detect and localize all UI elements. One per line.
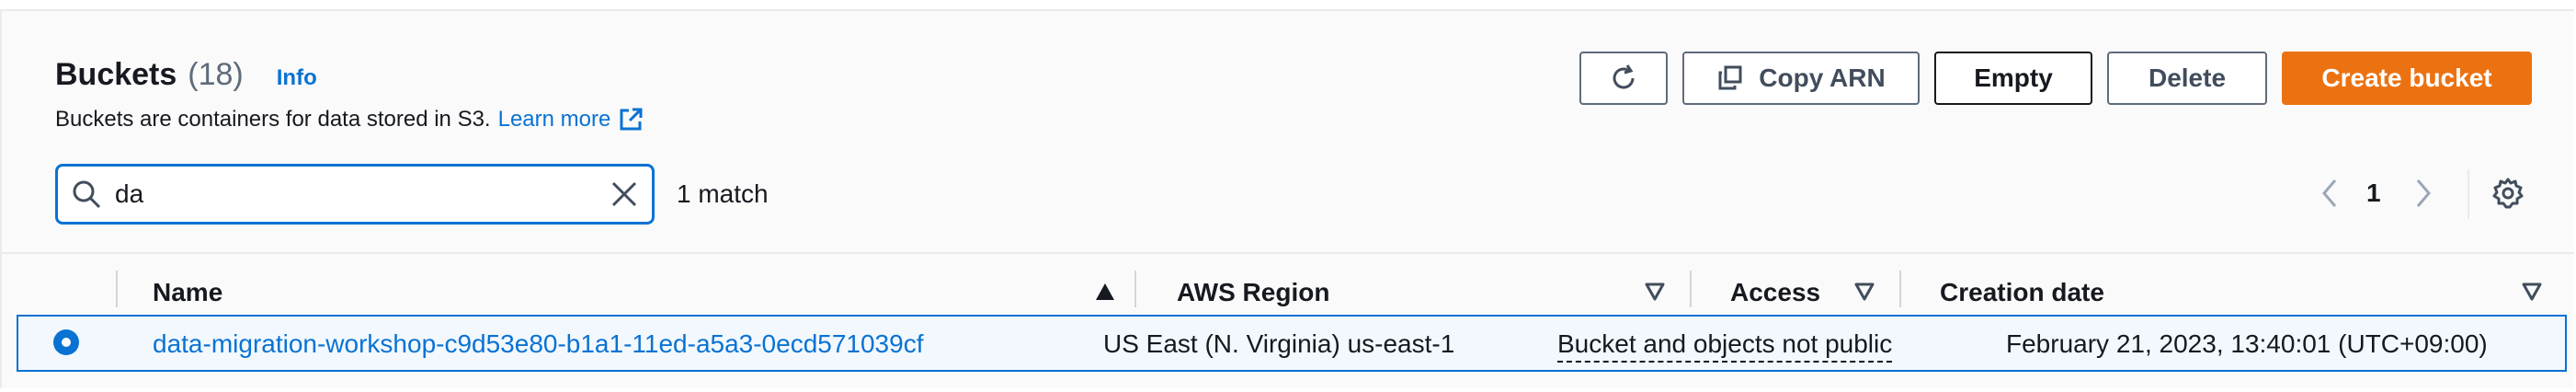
learn-more-link[interactable]: Learn more [498,107,644,133]
page-title: Buckets [55,57,177,92]
sort-descending-icon[interactable] [2521,282,2543,302]
column-divider [1899,271,1901,307]
refresh-button[interactable] [1579,52,1668,105]
bucket-access[interactable]: Bucket and objects not public [1557,329,1893,363]
radio-dot [62,338,71,347]
column-header-access[interactable]: Access [1730,278,1820,307]
table-row[interactable]: data-migration-workshop-c9d53e80-b1a1-11… [17,315,2567,372]
create-bucket-button[interactable]: Create bucket [2282,52,2532,105]
description-text: Buckets are containers for data stored i… [55,107,491,132]
description: Buckets are containers for data stored i… [55,107,644,133]
current-page[interactable]: 1 [2366,179,2381,208]
settings-gear-icon[interactable] [2491,177,2525,210]
search-field[interactable] [55,164,655,225]
external-link-icon [620,108,643,131]
divider [2468,169,2469,219]
bucket-creation-date: February 21, 2023, 13:40:01 (UTC+09:00) [2006,329,2488,358]
refresh-icon [1613,64,1635,89]
row-select-radio[interactable] [53,329,79,355]
chevron-right-icon[interactable] [2407,175,2438,212]
column-header-name[interactable]: Name [153,278,222,307]
column-divider [1690,271,1692,307]
sort-descending-icon[interactable] [1644,282,1666,302]
search-icon [73,180,101,209]
match-count: 1 match [677,179,769,208]
column-header-region[interactable]: AWS Region [1177,278,1329,307]
column-header-creation-date[interactable]: Creation date [1940,278,2104,307]
copy-arn-label: Copy ARN [1759,63,1886,92]
empty-button[interactable]: Empty [1934,52,2092,105]
pagination: 1 [2315,167,2438,219]
bucket-count: (18) [188,57,244,92]
delete-button[interactable]: Delete [2107,52,2267,105]
column-divider [116,271,118,307]
copy-icon [1718,65,1742,90]
learn-more-label: Learn more [497,107,611,132]
sort-ascending-icon[interactable] [1094,282,1116,302]
bucket-name-link[interactable]: data-migration-workshop-c9d53e80-b1a1-11… [153,329,923,359]
info-link[interactable]: Info [277,65,317,91]
column-divider [1134,271,1136,307]
chevron-left-icon[interactable] [2315,175,2346,212]
bucket-region: US East (N. Virginia) us-east-1 [1103,329,1455,358]
header: Buckets (18) Info [55,57,317,93]
clear-icon[interactable] [608,178,641,211]
search-input[interactable] [115,176,593,213]
copy-arn-button[interactable]: Copy ARN [1682,52,1920,105]
sort-descending-icon[interactable] [1853,282,1875,302]
